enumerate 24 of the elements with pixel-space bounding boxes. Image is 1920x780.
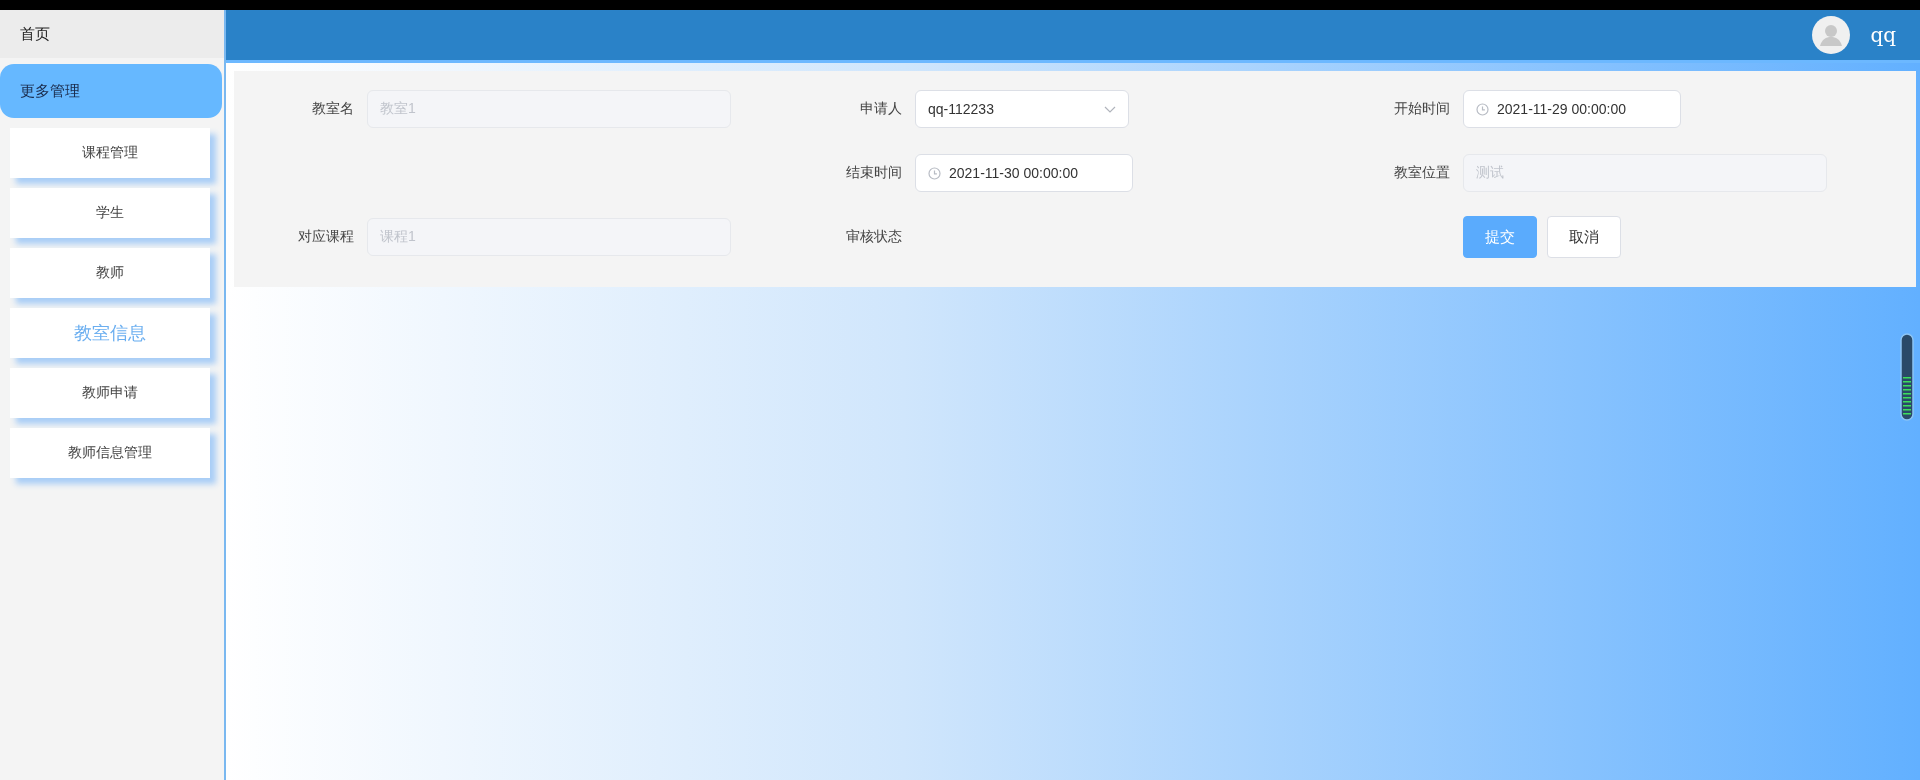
field-label: 申请人: [859, 100, 902, 118]
field-label: 审核状态: [845, 228, 902, 246]
cancel-button[interactable]: 取消: [1547, 216, 1621, 258]
field-label: 开始时间: [1393, 100, 1450, 118]
menu-group[interactable]: 更多管理: [0, 64, 222, 118]
user-name[interactable]: qq: [1870, 23, 1896, 47]
clock-icon: [928, 166, 941, 180]
field-label: 对应课程: [297, 228, 354, 246]
avatar-icon[interactable]: [1812, 16, 1851, 54]
clock-icon: [1476, 102, 1489, 116]
date-field[interactable]: 2021-11-30 00:00:00: [915, 154, 1133, 192]
date-field[interactable]: 2021-11-29 00:00:00: [1463, 90, 1681, 128]
sidebar-item[interactable]: 教师信息管理: [10, 428, 210, 478]
sidebar-item[interactable]: 教师: [10, 248, 210, 298]
sidebar-item[interactable]: 学生: [10, 188, 210, 238]
sidebar-item[interactable]: 教师申请: [10, 368, 210, 418]
home-menu-item[interactable]: 首页: [0, 10, 224, 58]
sidebar-item[interactable]: 课程管理: [10, 128, 210, 178]
select-field[interactable]: qq-112233: [915, 90, 1129, 128]
field-label: 结束时间: [845, 164, 902, 182]
field-label: 教室位置: [1393, 164, 1450, 182]
chevron-down-icon: [1104, 105, 1116, 113]
field-label: 教室名: [311, 100, 354, 118]
level-meter-icon: [1900, 333, 1914, 421]
